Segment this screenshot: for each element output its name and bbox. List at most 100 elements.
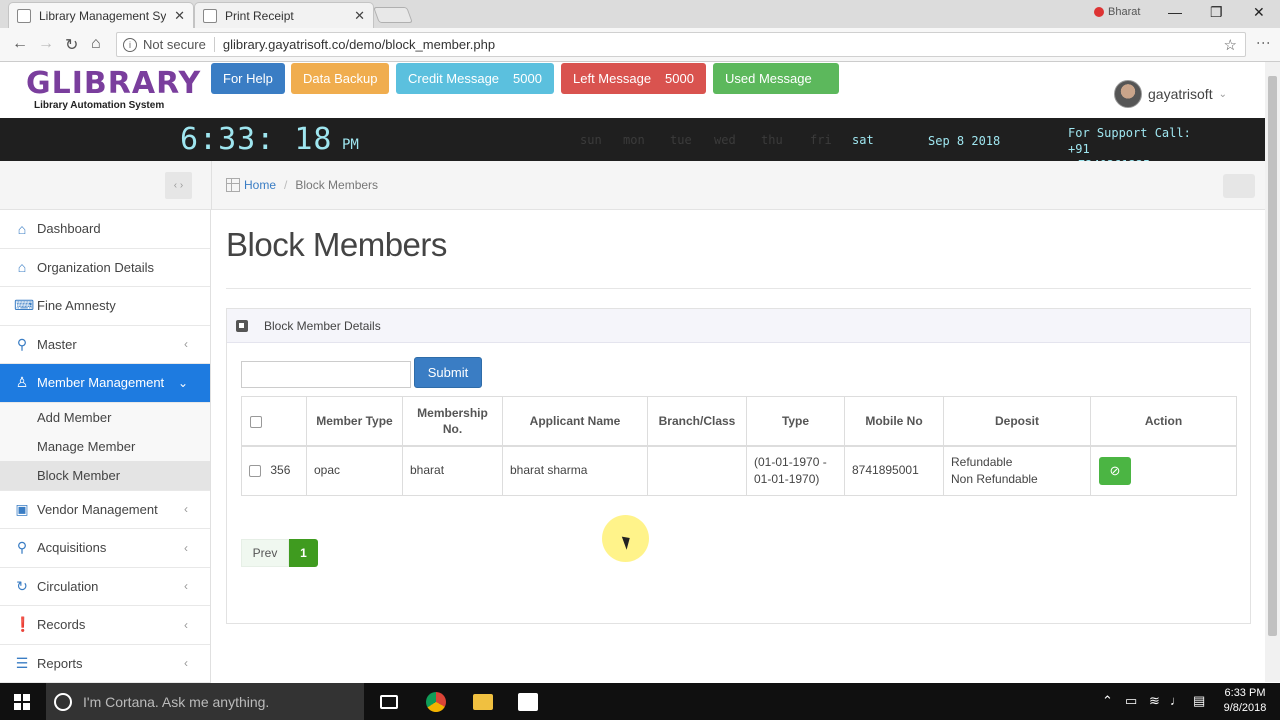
- sidebar-item-reports[interactable]: ☰ Reports ‹: [0, 645, 210, 683]
- sidebar-item-label: Member Management: [37, 375, 165, 391]
- app-logo[interactable]: GLIBRARY Library Automation System: [26, 66, 202, 116]
- sidebar-item-vendor-management[interactable]: ▣ Vendor Management ‹: [0, 491, 210, 529]
- column-header: Membership No.: [402, 396, 503, 447]
- taskbar-clock[interactable]: 6:33 PM 9/8/2018: [1222, 686, 1268, 716]
- for-help-button[interactable]: For Help: [211, 63, 285, 94]
- left-message-button[interactable]: Left Message 5000: [561, 63, 706, 94]
- chrome-icon[interactable]: [426, 692, 446, 712]
- home-icon: ⌂: [17, 220, 27, 237]
- grid-icon: [226, 178, 240, 192]
- sidebar-item-label: Records: [37, 617, 86, 633]
- page-scrollbar[interactable]: [1265, 62, 1280, 682]
- file-explorer-icon[interactable]: [473, 694, 493, 710]
- column-header: Type: [746, 396, 845, 447]
- column-header: Action: [1090, 396, 1237, 447]
- minimize-icon[interactable]: —: [1168, 4, 1182, 20]
- select-cell: 356: [241, 445, 307, 496]
- logo-text: GLIBRARY: [26, 66, 202, 101]
- column-header: Applicant Name: [502, 396, 648, 447]
- volume-icon[interactable]: ♩: [1170, 693, 1183, 708]
- close-icon[interactable]: ✕: [174, 8, 185, 24]
- sidebar-item-dashboard[interactable]: ⌂ Dashboard: [0, 210, 210, 249]
- breadcrumb-row: ‹ › Home / Block Members: [0, 161, 1265, 210]
- tab-title: Library Management Syst: [39, 8, 167, 23]
- key-icon: ⚲: [16, 335, 28, 352]
- breadcrumb-home-link[interactable]: Home: [244, 178, 276, 192]
- deposit-non-refundable: Non Refundable: [951, 471, 1038, 486]
- unblock-button[interactable]: ⊘: [1099, 456, 1131, 485]
- sidebar-item-master[interactable]: ⚲ Master ‹: [0, 326, 210, 364]
- used-message-button[interactable]: Used Message: [713, 63, 839, 94]
- not-secure-label: Not secure: [143, 37, 215, 52]
- sidebar-item-acquisitions[interactable]: ⚲ Acquisitions ‹: [0, 529, 210, 568]
- browser-tabbar: Library Management Syst ✕ Print Receipt …: [0, 0, 1280, 28]
- deposit-cell: Refundable Non Refundable: [943, 445, 1091, 496]
- membership-no-cell: bharat: [402, 445, 503, 496]
- forward-icon[interactable]: →: [38, 35, 54, 53]
- battery-icon[interactable]: ▭: [1125, 693, 1137, 709]
- chevron-left-icon: ‹: [184, 337, 188, 352]
- store-icon[interactable]: [518, 693, 538, 711]
- submenu-add-member[interactable]: Add Member: [0, 403, 210, 432]
- data-backup-button[interactable]: Data Backup: [291, 63, 390, 94]
- breadcrumb-current: Block Members: [295, 178, 379, 192]
- taskbar-time: 6:33 PM: [1224, 687, 1266, 699]
- page-icon: [17, 8, 31, 23]
- sidebar-item-fine-amnesty[interactable]: ⌨ Fine Amnesty: [0, 287, 210, 326]
- profile-button[interactable]: Bharat: [1094, 6, 1140, 18]
- search-input[interactable]: [241, 361, 411, 388]
- bookmark-star-icon[interactable]: ☆: [1224, 36, 1237, 54]
- sidebar-item-organization-details[interactable]: ⌂ Organization Details: [0, 249, 210, 287]
- tab-library-management[interactable]: Library Management Syst ✕: [8, 2, 194, 28]
- submenu-manage-member[interactable]: Manage Member: [0, 432, 210, 461]
- row-checkbox[interactable]: [249, 465, 261, 478]
- address-toolbar: ← → ↻ ⌂ i Not secure glibrary.gayatrisof…: [0, 28, 1280, 62]
- select-all-checkbox[interactable]: [250, 415, 262, 428]
- users-icon: ♙: [15, 374, 29, 391]
- action-cell: ⊘: [1090, 445, 1237, 496]
- sidebar-item-label: Circulation: [37, 578, 99, 594]
- new-tab-button[interactable]: [373, 7, 413, 23]
- prev-page-button[interactable]: Prev: [241, 539, 289, 567]
- restore-icon[interactable]: ❐: [1210, 4, 1223, 21]
- scrollbar-thumb[interactable]: [1268, 76, 1277, 636]
- sidebar-item-label: Dashboard: [37, 221, 101, 237]
- windows-start-icon[interactable]: [14, 694, 30, 710]
- sidebar-item-circulation[interactable]: ↻ Circulation ‹: [0, 568, 210, 606]
- settings-button[interactable]: [1223, 174, 1255, 198]
- close-window-icon[interactable]: ✕: [1253, 4, 1265, 21]
- user-menu[interactable]: gayatrisoft ⌄: [1114, 80, 1227, 108]
- close-icon[interactable]: ✕: [354, 8, 365, 24]
- column-header: Deposit: [943, 396, 1091, 447]
- credit-message-button[interactable]: Credit Message 5000: [396, 63, 554, 94]
- table-row: 356 opac bharat bharat sharma (01-01-197…: [241, 445, 1237, 496]
- info-icon[interactable]: i: [123, 37, 137, 52]
- column-header: Branch/Class: [647, 396, 747, 447]
- wifi-icon[interactable]: ≋: [1149, 693, 1160, 709]
- sidebar-item-member-management[interactable]: ♙ Member Management ⌄: [0, 364, 210, 403]
- show-hidden-icons-icon[interactable]: ⌃: [1102, 693, 1113, 709]
- sidebar-item-label: Organization Details: [37, 259, 155, 275]
- url-text[interactable]: glibrary.gayatrisoft.co/demo/block_membe…: [223, 37, 495, 52]
- cortana-search-box[interactable]: I'm Cortana. Ask me anything.: [46, 683, 364, 720]
- tab-print-receipt[interactable]: Print Receipt ✕: [194, 2, 374, 28]
- url-bar[interactable]: i Not secure glibrary.gayatrisoft.co/dem…: [116, 32, 1246, 57]
- page-1-button[interactable]: 1: [289, 539, 318, 567]
- sidebar-item-records[interactable]: ❗ Records ‹: [0, 606, 210, 645]
- menu-dots-icon[interactable]: ⋮: [1256, 36, 1272, 50]
- clock-bar: 6:33: 18 PM sun mon tue wed thu fri sat …: [0, 118, 1265, 172]
- chevron-down-icon: ⌄: [1218, 88, 1227, 100]
- day-mon: mon: [623, 133, 645, 147]
- ban-icon: ⊘: [1109, 462, 1121, 478]
- submit-button[interactable]: Submit: [414, 357, 482, 388]
- submenu-block-member[interactable]: Block Member: [0, 460, 210, 490]
- block-member-table: Member Type Membership No. Applicant Nam…: [241, 396, 1237, 496]
- sidebar-toggle-button[interactable]: ‹ ›: [165, 172, 192, 199]
- button-label: Data Backup: [303, 71, 378, 86]
- home-icon[interactable]: ⌂: [91, 35, 101, 53]
- task-view-icon[interactable]: [380, 695, 398, 709]
- reload-icon[interactable]: ↻: [65, 35, 78, 55]
- back-icon[interactable]: ←: [12, 35, 28, 53]
- notification-icon[interactable]: ▤: [1193, 693, 1205, 709]
- keyboard-icon: ⌨: [14, 297, 35, 314]
